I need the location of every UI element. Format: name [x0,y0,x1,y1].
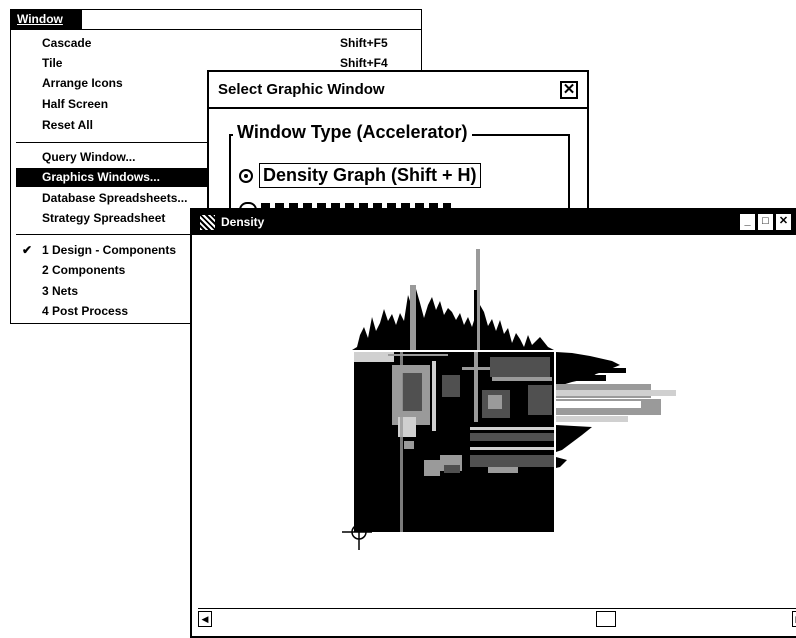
menu-item-label: Graphics Windows... [42,170,160,184]
menu-item-label: 4 Post Process [42,304,129,318]
menu-item-graphics-windows[interactable]: Graphics Windows... [16,168,210,187]
density-histogram-top [352,249,554,350]
menu-item-label: Cascade [42,36,92,50]
menu-title-label: Window [17,12,63,26]
density-title-bar[interactable]: Density _ □ ✕ [192,210,796,235]
menu-item-label: 2 Components [42,263,126,277]
window-control-icon[interactable] [200,215,215,230]
group-title: Window Type (Accelerator) [233,122,472,143]
menu-separator [16,142,216,143]
menu-item-label: Reset All [42,118,93,132]
close-icon[interactable]: ✕ [776,214,791,230]
horizontal-scrollbar[interactable]: ◀ ▶ [198,608,796,627]
maximize-icon[interactable]: □ [758,214,773,230]
menu-item-label: Query Window... [42,150,136,164]
menu-bar: Window [11,10,421,30]
dialog-title-bar: Select Graphic Window ✕ [209,72,587,109]
menu-title-window[interactable]: Window [11,10,82,29]
density-window-title: Density [221,215,265,229]
checkmark-icon: ✔ [22,243,33,257]
dialog-title: Select Graphic Window [218,81,385,98]
menu-item-label: Tile [42,56,63,70]
density-graph[interactable] [192,235,796,605]
select-graphic-window-dialog: Select Graphic Window ✕ Window Type (Acc… [207,70,589,236]
close-icon[interactable]: ✕ [560,81,578,99]
menu-item-shortcut: Shift+F5 [340,36,388,50]
menu-separator [16,234,216,235]
menu-item-cascade[interactable]: Cascade Shift+F5 [16,34,416,53]
density-map [354,352,556,532]
density-window: Density _ □ ✕ ◀ [190,208,796,638]
minimize-icon[interactable]: _ [740,214,755,230]
radio-density-graph[interactable]: Density Graph (Shift + H) [259,163,481,188]
menu-item-label: Database Spreadsheets... [42,191,188,205]
radio-selected-icon[interactable] [239,169,253,183]
menu-item-label: Arrange Icons [42,76,123,90]
menu-item-label: Strategy Spreadsheet [42,211,166,225]
menu-item-label: Half Screen [42,97,109,111]
menu-item-label: 1 Design - Components [42,243,177,257]
density-histogram-right [556,352,676,468]
menu-item-label: 3 Nets [42,284,79,298]
